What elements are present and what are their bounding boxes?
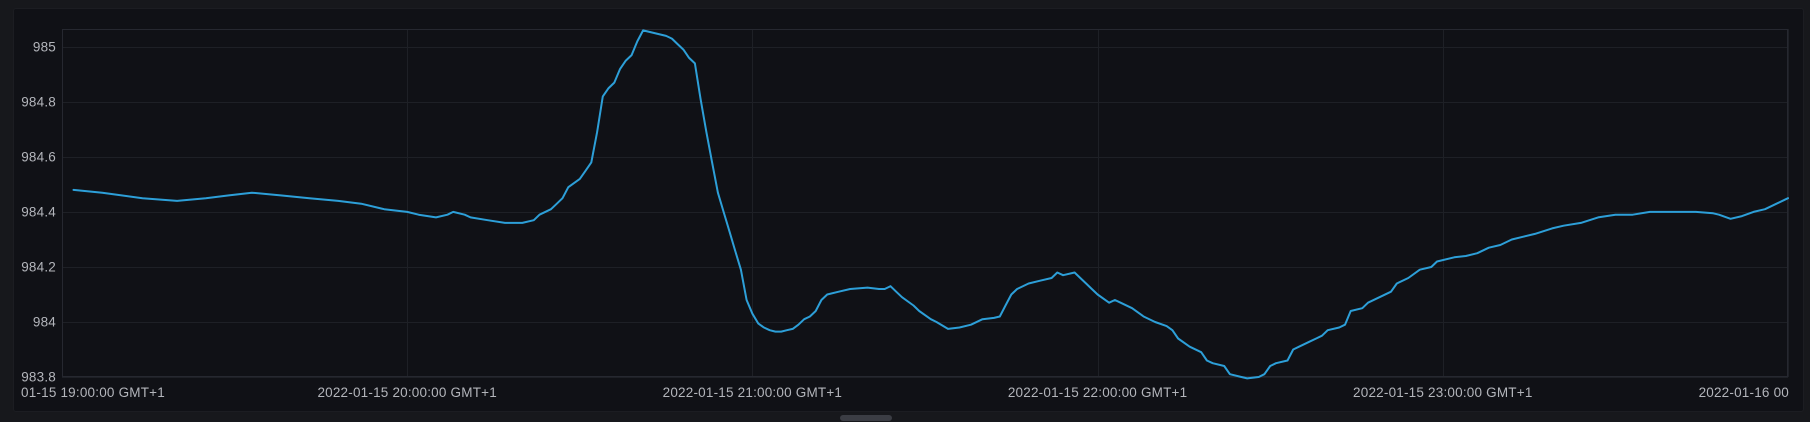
time-series-chart[interactable]: 983.8 984 984.2 984.4 984.6 984.8 985 01-15 19:… — [0, 0, 1810, 422]
x-axis-tick-label: 2022-01-15 20:00:00 GMT+1 — [317, 385, 497, 400]
y-axis-tick-label: 984.4 — [21, 204, 56, 219]
y-axis-tick-label: 984.2 — [21, 259, 56, 274]
y-axis-tick-label: 983.8 — [21, 370, 56, 385]
x-axis-tick-label: 2022-01-15 22:00:00 GMT+1 — [1008, 385, 1188, 400]
y-axis-tick-label: 984.8 — [21, 94, 56, 109]
y-axis-tick-label: 984 — [33, 314, 56, 329]
plot-frame — [63, 30, 1788, 377]
y-axis-tick-label: 984.6 — [21, 149, 56, 164]
dashboard-background: 983.8 984 984.2 984.4 984.6 984.8 985 01-15 19:… — [0, 0, 1810, 422]
x-axis-tick-label: 2022-01-15 23:00:00 GMT+1 — [1353, 385, 1533, 400]
x-axis-tick-label: 2022-01-15 21:00:00 GMT+1 — [663, 385, 843, 400]
x-axis-tick-label: 2022-01-16 00 — [1699, 385, 1789, 400]
horizontal-scrollbar-thumb[interactable] — [840, 415, 892, 421]
horizontal-scrollbar-track[interactable] — [0, 414, 1810, 422]
series-line — [74, 30, 1789, 378]
y-axis-tick-label: 985 — [33, 39, 56, 54]
x-axis-tick-label: 01-15 19:00:00 GMT+1 — [21, 385, 165, 400]
